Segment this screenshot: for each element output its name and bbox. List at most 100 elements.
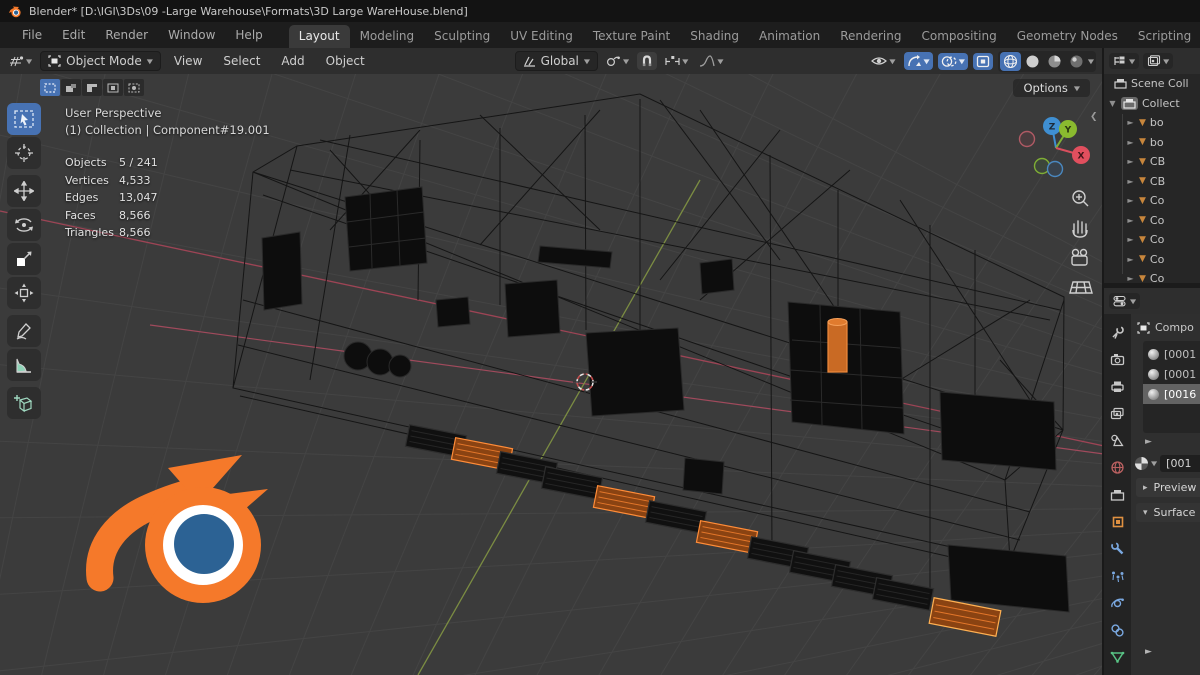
menu-object[interactable]: Object	[318, 51, 373, 71]
properties-breadcrumb[interactable]: Compo	[1131, 314, 1200, 338]
tab-render[interactable]	[1107, 350, 1128, 369]
tab-output[interactable]	[1107, 377, 1128, 396]
material-selector[interactable]: ▼ [001	[1135, 455, 1200, 472]
expand-icon[interactable]: ►	[1126, 118, 1135, 127]
tab-modifiers[interactable]	[1107, 539, 1128, 558]
select-mode-intersect[interactable]	[124, 79, 144, 96]
menu-window[interactable]: Window	[158, 25, 225, 45]
editor-type-selector[interactable]: ▼	[6, 53, 35, 70]
move-tool[interactable]	[7, 175, 41, 207]
outliner-row-object[interactable]: ► ▼ CB	[1104, 172, 1200, 192]
tab-layout[interactable]: Layout	[288, 25, 350, 48]
outliner-row-object[interactable]: ► ▼ bo	[1104, 133, 1200, 153]
tab-scene[interactable]	[1107, 431, 1128, 450]
pan-hand-button[interactable]	[1072, 220, 1088, 238]
outliner-row-object[interactable]: ► ▼ CB	[1104, 152, 1200, 172]
zoom-button[interactable]	[1072, 190, 1089, 207]
expand-icon[interactable]: ►	[1126, 177, 1135, 186]
panel-preview[interactable]: ▸ Preview	[1136, 478, 1200, 497]
tab-constraints[interactable]	[1107, 620, 1128, 639]
tab-world[interactable]	[1107, 458, 1128, 477]
3d-viewport[interactable]: Z Y X Options ▼ User Perspective (1) Col…	[0, 74, 1102, 675]
menu-view[interactable]: View	[166, 51, 210, 71]
material-name-field[interactable]: [001	[1160, 455, 1200, 472]
menu-help[interactable]: Help	[225, 25, 272, 45]
expand-icon[interactable]: ►	[1126, 216, 1135, 225]
select-mode-new[interactable]	[40, 79, 60, 96]
proportional-editing-toggle[interactable]: ▼	[662, 53, 691, 70]
tab-particles[interactable]	[1107, 566, 1128, 585]
tab-rendering[interactable]: Rendering	[830, 25, 911, 48]
shading-wireframe-button[interactable]	[999, 51, 1021, 71]
tab-animation[interactable]: Animation	[749, 25, 830, 48]
material-slot[interactable]: [0001	[1143, 364, 1200, 384]
xray-toggle[interactable]	[972, 52, 993, 70]
outliner-row-object[interactable]: ► ▼ Co	[1104, 230, 1200, 250]
gizmo-neg-z[interactable]	[1046, 160, 1064, 178]
expand-icon[interactable]: ►	[1126, 157, 1135, 166]
measure-tool[interactable]	[7, 349, 41, 381]
menu-select[interactable]: Select	[215, 51, 268, 71]
navigation-gizmo[interactable]: Z Y X	[1018, 117, 1091, 178]
outliner-row-object[interactable]: ► ▼ Co	[1104, 250, 1200, 270]
slots-expand-arrow[interactable]: ►	[1145, 437, 1200, 447]
outliner-row-object[interactable]: ► ▼ bo	[1104, 113, 1200, 133]
shading-solid-button[interactable]	[1022, 52, 1043, 71]
scale-tool[interactable]	[7, 243, 41, 275]
shading-rendered-button[interactable]	[1066, 52, 1087, 71]
tab-sculpting[interactable]: Sculpting	[424, 25, 500, 48]
proportional-falloff-dropdown[interactable]: ▼	[696, 53, 726, 69]
expand-icon[interactable]: ►	[1126, 235, 1135, 244]
outliner-filter[interactable]: ▼	[1143, 53, 1174, 69]
menu-file[interactable]: File	[12, 25, 52, 45]
tab-shading[interactable]: Shading	[680, 25, 749, 48]
gizmo-neg-x[interactable]	[1018, 130, 1036, 148]
sidebar-collapse-arrow[interactable]: ❮	[1090, 112, 1098, 122]
perspective-toggle-button[interactable]	[1069, 281, 1093, 294]
rotate-tool[interactable]	[7, 209, 41, 241]
expand-icon[interactable]: ►	[1126, 196, 1135, 205]
properties-editor-type[interactable]: ▼	[1109, 293, 1141, 309]
outliner-row-object[interactable]: ► ▼ Co	[1104, 211, 1200, 231]
tab-uv-editing[interactable]: UV Editing	[500, 25, 583, 48]
outliner-row-object[interactable]: ► ▼ Co	[1104, 269, 1200, 283]
outliner-display-mode[interactable]: ▼	[1109, 53, 1140, 69]
expand-icon[interactable]: ►	[1126, 138, 1135, 147]
material-slot-selected[interactable]: [0016	[1143, 384, 1200, 404]
expand-icon[interactable]: ►	[1126, 255, 1135, 264]
mode-dropdown[interactable]: Object Mode ▼	[40, 51, 161, 71]
select-mode-subtract[interactable]	[82, 79, 102, 96]
tab-object[interactable]	[1107, 512, 1128, 531]
cursor-tool[interactable]	[7, 137, 41, 169]
options-button[interactable]: Options ▼	[1013, 79, 1090, 97]
show-overlays-toggle[interactable]: ▼	[937, 52, 968, 70]
tab-modeling[interactable]: Modeling	[350, 25, 425, 48]
tab-view-layer[interactable]	[1107, 404, 1128, 423]
tab-texture-paint[interactable]: Texture Paint	[583, 25, 680, 48]
tab-geometry-nodes[interactable]: Geometry Nodes	[1007, 25, 1128, 48]
object-visibility-dropdown[interactable]: ▼	[868, 53, 898, 69]
transform-orientation-dropdown[interactable]: Global ▼	[514, 51, 599, 71]
add-cube-tool[interactable]	[7, 387, 41, 419]
menu-render[interactable]: Render	[95, 25, 158, 45]
snap-toggle[interactable]	[637, 52, 658, 70]
tab-physics[interactable]	[1107, 593, 1128, 612]
tab-object-data[interactable]	[1107, 647, 1128, 666]
expand-icon[interactable]: ►	[1126, 274, 1135, 283]
annotate-tool[interactable]	[7, 315, 41, 347]
show-gizmo-toggle[interactable]: ▼	[903, 52, 933, 70]
selected-cylinder[interactable]	[827, 318, 848, 373]
outliner-row-scene-collection[interactable]: Scene Coll	[1104, 74, 1200, 94]
tab-tool[interactable]	[1107, 323, 1128, 342]
menu-edit[interactable]: Edit	[52, 25, 95, 45]
shading-material-button[interactable]	[1044, 52, 1065, 71]
camera-view-button[interactable]	[1071, 248, 1088, 266]
menu-add[interactable]: Add	[273, 51, 312, 71]
tab-collection[interactable]	[1107, 485, 1128, 504]
tab-compositing[interactable]: Compositing	[911, 25, 1006, 48]
tab-scripting[interactable]: Scripting	[1128, 25, 1200, 48]
outliner-row-collection[interactable]: ▼ Collect	[1104, 94, 1200, 114]
3d-viewport-canvas[interactable]: Z Y X	[0, 74, 1102, 675]
panel-surface[interactable]: ▾ Surface	[1136, 503, 1200, 522]
select-box-tool[interactable]	[7, 103, 41, 135]
